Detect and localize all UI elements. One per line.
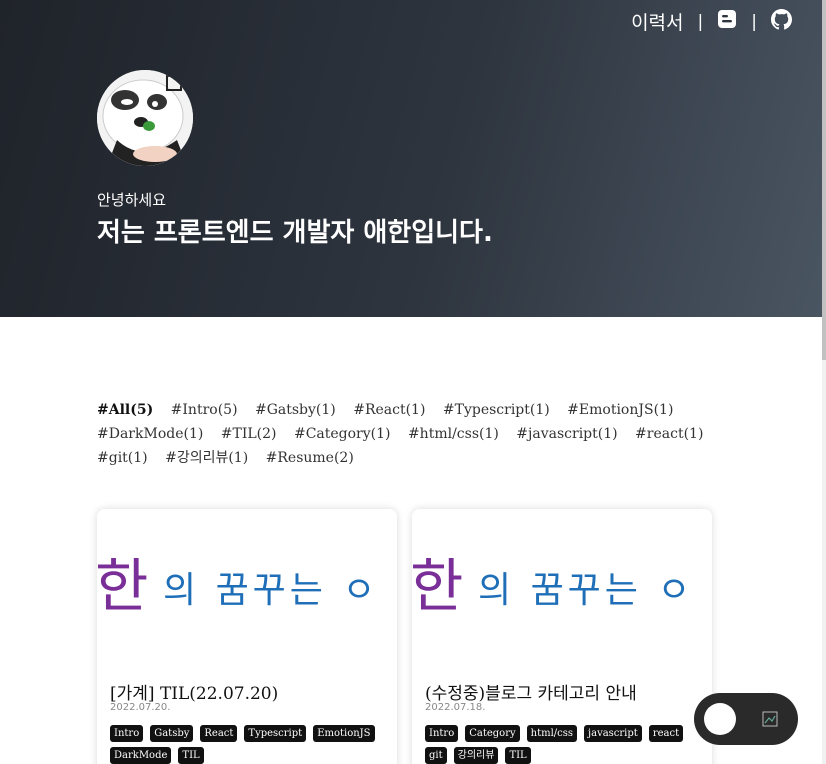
- thumbnail-text-main: 한: [97, 552, 149, 620]
- category-item[interactable]: #Resume(2): [266, 446, 354, 470]
- post-card[interactable]: 한 의 꿈꾸는 ㅇ (수정중)블로그 카테고리 안내 2022.07.18. I…: [412, 509, 712, 764]
- category-item[interactable]: #Category(1): [294, 422, 391, 446]
- category-item[interactable]: #EmotionJS(1): [567, 398, 673, 422]
- thumbnail-text-rest: 의 꿈꾸는 ㅇ: [163, 570, 380, 611]
- post-tag: html/css: [526, 725, 577, 742]
- category-item[interactable]: #git(1): [97, 446, 148, 470]
- scrollbar-thumb[interactable]: [822, 0, 826, 360]
- resume-link[interactable]: 이력서: [631, 8, 683, 35]
- category-item[interactable]: #react(1): [635, 422, 703, 446]
- github-icon: [771, 8, 792, 35]
- post-date: 2022.07.20.: [110, 702, 171, 713]
- category-list: #All(5) #Intro(5) #Gatsby(1) #React(1) #…: [97, 398, 717, 470]
- nav-separator: |: [751, 11, 757, 32]
- post-tag: Intro: [110, 725, 144, 742]
- post-tag: 강의리뷰: [453, 747, 499, 764]
- thumbnail-text-rest: 의 꿈꾸는 ㅇ: [478, 570, 695, 611]
- intro-heading: 저는 프론트엔드 개발자 애한입니다.: [97, 218, 493, 248]
- post-tag: TIL: [178, 747, 204, 764]
- category-item[interactable]: #javascript(1): [516, 422, 617, 446]
- post-tag: TIL: [505, 747, 531, 764]
- category-item[interactable]: #TIL(2): [221, 422, 277, 446]
- hero-banner: 이력서 | | 안녕하세요 저는 프론트엔드 개발자 애한입니다.: [0, 0, 822, 317]
- post-tag: Gatsby: [150, 725, 194, 742]
- category-item[interactable]: #강의리뷰(1): [165, 446, 248, 470]
- resume-label: 이력서: [631, 12, 684, 34]
- post-tag: Intro: [425, 725, 459, 742]
- post-card[interactable]: 한 의 꿈꾸는 ㅇ [가계] TIL(22.07.20) 2022.07.20.…: [97, 509, 397, 764]
- post-tag: Typescript: [244, 725, 307, 742]
- scrollbar[interactable]: [822, 0, 826, 764]
- category-item[interactable]: #Intro(5): [171, 398, 238, 422]
- thumbnail-text-main: 한: [412, 552, 464, 620]
- category-item[interactable]: #React(1): [353, 398, 425, 422]
- post-thumbnail: 한 의 꿈꾸는 ㅇ: [412, 509, 712, 665]
- post-date: 2022.07.18.: [425, 702, 486, 713]
- post-thumbnail: 한 의 꿈꾸는 ㅇ: [97, 509, 397, 665]
- category-item[interactable]: #Gatsby(1): [255, 398, 336, 422]
- nav-separator: |: [697, 11, 704, 32]
- post-tag: git: [425, 747, 447, 764]
- greeting-text: 안녕하세요: [97, 191, 167, 209]
- post-tag: DarkMode: [110, 747, 172, 764]
- post-title: (수정중)블로그 카테고리 안내: [425, 684, 637, 704]
- avatar: [97, 70, 193, 166]
- theme-toggle-button[interactable]: [694, 693, 798, 745]
- post-tags: Intro Category html/css javascript react…: [425, 725, 705, 764]
- post-title: [가계] TIL(22.07.20): [110, 684, 279, 704]
- blog-link[interactable]: [717, 9, 737, 34]
- blogger-icon: [717, 9, 737, 34]
- post-tag: React: [200, 725, 238, 742]
- category-item[interactable]: #All(5): [97, 398, 153, 422]
- post-tag: react: [648, 725, 684, 742]
- category-item[interactable]: #Typescript(1): [443, 398, 550, 422]
- post-tag: javascript: [584, 725, 642, 742]
- toggle-knob: [704, 703, 736, 735]
- post-tag: Category: [465, 725, 520, 742]
- post-tag: EmotionJS: [313, 725, 375, 742]
- post-tags: Intro Gatsby React Typescript EmotionJS …: [110, 725, 390, 764]
- github-link[interactable]: [771, 8, 792, 35]
- theme-toggle-icon: [762, 711, 778, 727]
- category-item[interactable]: #DarkMode(1): [97, 422, 203, 446]
- category-item[interactable]: #html/css(1): [408, 422, 499, 446]
- top-nav: 이력서 | |: [631, 8, 792, 35]
